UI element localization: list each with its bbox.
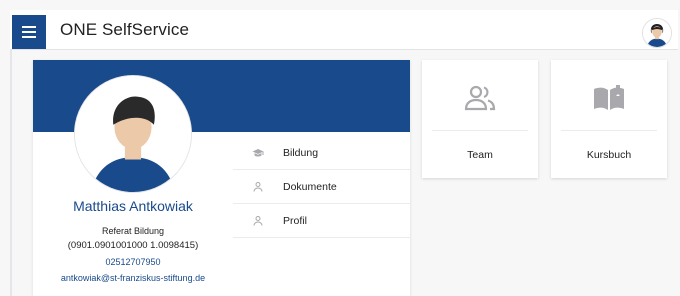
tile-divider <box>432 130 528 131</box>
profile-photo <box>75 76 191 192</box>
person-icon <box>233 181 283 193</box>
profile-menu-item-profil[interactable]: Profil <box>233 204 410 238</box>
tile-team[interactable]: Team <box>422 60 538 178</box>
tile-label: Team <box>467 149 493 161</box>
person-name: Matthias Antkowiak <box>73 198 193 214</box>
phone-link[interactable]: 02512707950 <box>33 257 233 267</box>
department-name: Referat Bildung <box>101 226 165 236</box>
app-title: ONE SelfService <box>60 20 190 39</box>
department-code: (0901.0901001000 1.0098415) <box>67 240 199 251</box>
book-icon <box>551 80 667 116</box>
profile-menu-item-bildung[interactable]: Bildung <box>233 136 410 170</box>
profile-card: Matthias Antkowiak Referat Bildung (0901… <box>33 60 410 296</box>
hamburger-menu-button[interactable] <box>12 15 46 49</box>
graduation-cap-icon <box>233 147 283 159</box>
profile-menu-label: Bildung <box>283 146 319 159</box>
profile-menu-label: Profil <box>283 214 307 227</box>
profile-menu-label: Dokumente <box>283 180 337 193</box>
tile-label: Kursbuch <box>586 149 632 161</box>
email-link[interactable]: antkowiak@st-franziskus-stiftung.de <box>33 273 233 283</box>
user-avatar-icon <box>643 19 671 47</box>
tile-kursbuch[interactable]: Kursbuch <box>551 60 667 178</box>
left-rail-divider <box>10 50 12 296</box>
user-avatar-button[interactable] <box>642 18 672 48</box>
app-bar: ONE SelfService <box>10 10 678 50</box>
profile-avatar-icon <box>75 76 191 192</box>
hamburger-menu-icon <box>22 26 36 38</box>
person-icon <box>233 215 283 227</box>
profile-menu: Bildung Dokumente Profil <box>233 136 410 238</box>
team-icon <box>422 80 538 116</box>
tile-divider <box>561 130 657 131</box>
profile-menu-item-dokumente[interactable]: Dokumente <box>233 170 410 204</box>
